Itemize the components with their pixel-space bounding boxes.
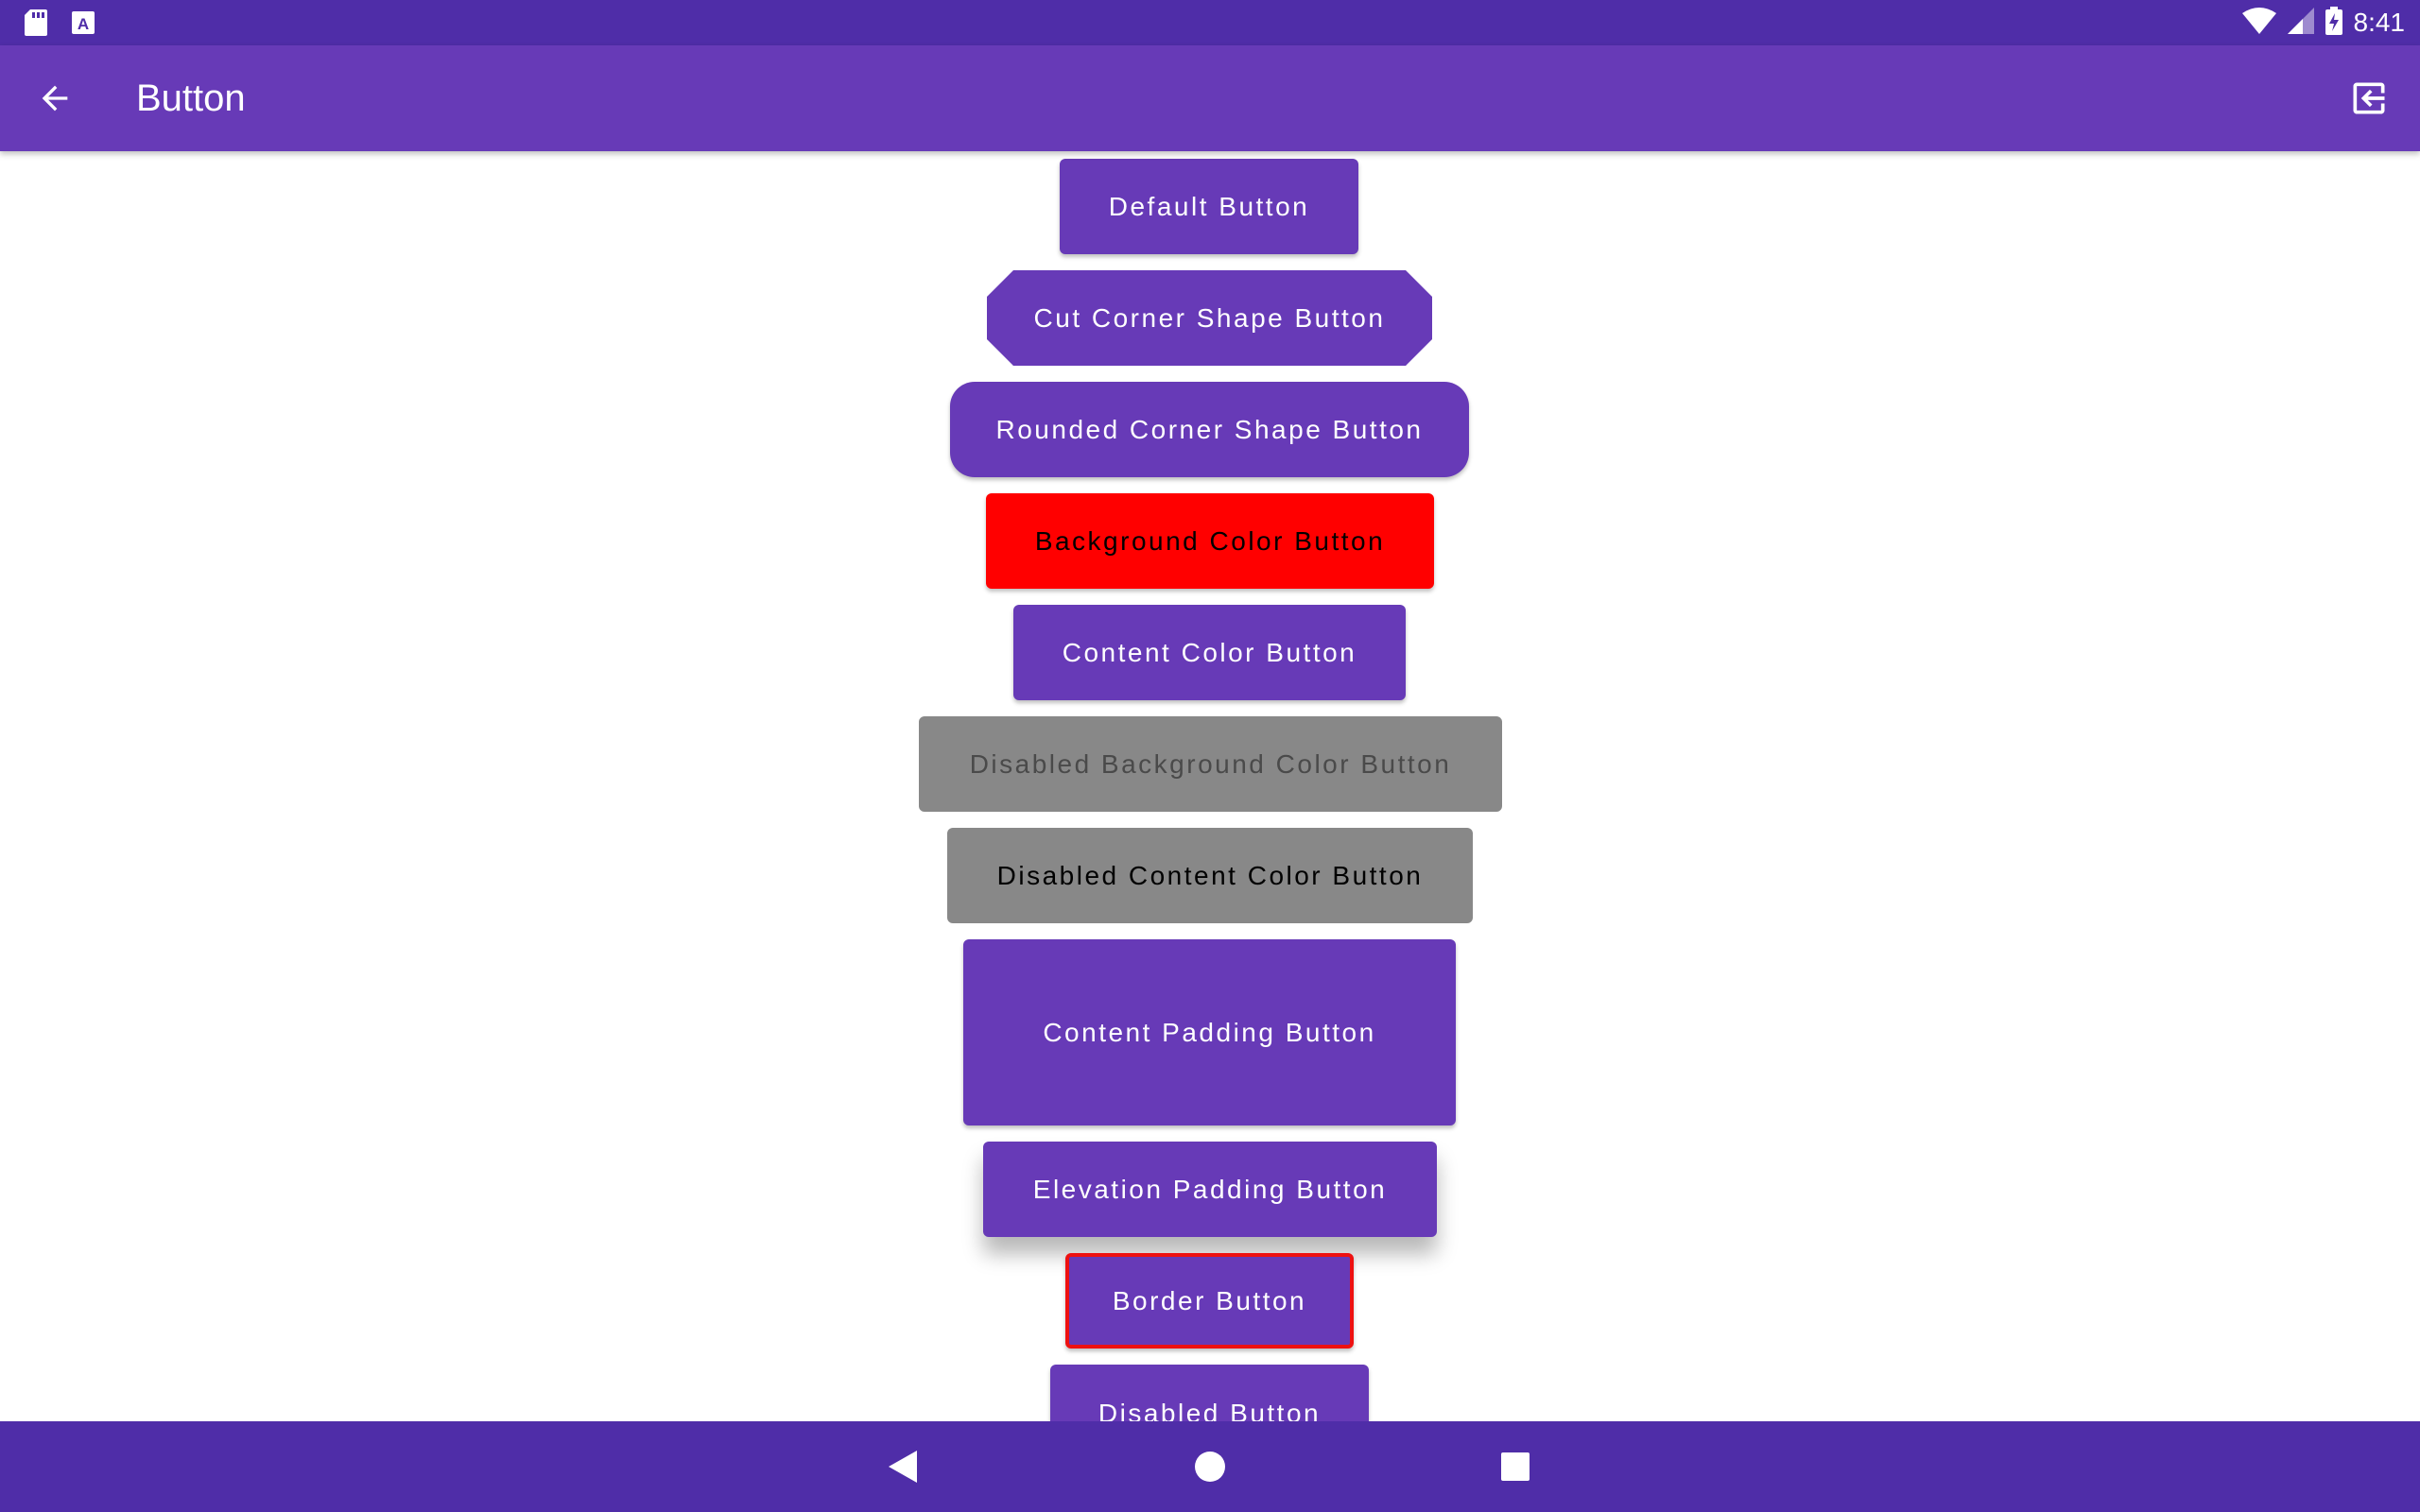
back-button[interactable] — [28, 72, 81, 125]
wifi-icon — [2241, 7, 2276, 39]
elevation-padding-button[interactable]: Elevation Padding Button — [983, 1142, 1437, 1237]
status-bar: A 8:41 — [0, 0, 2420, 45]
border-button[interactable]: Border Button — [1065, 1253, 1354, 1349]
battery-charging-icon — [2325, 6, 2342, 40]
rounded-corner-shape-button[interactable]: Rounded Corner Shape Button — [950, 382, 1469, 477]
cut-corner-shape-button[interactable]: Cut Corner Shape Button — [987, 270, 1432, 366]
button-list: Default Button Cut Corner Shape Button R… — [0, 151, 2420, 1421]
nav-home-icon — [1195, 1452, 1225, 1482]
disabled-button[interactable]: Disabled Button — [1050, 1365, 1369, 1421]
page-title: Button — [136, 77, 246, 119]
screen: A 8:41 Button Default Button Cut Corner … — [0, 0, 2420, 1512]
nav-back-icon — [889, 1451, 917, 1483]
default-button[interactable]: Default Button — [1060, 159, 1358, 254]
status-left-icons: A — [25, 9, 95, 41]
exit-button[interactable] — [2342, 72, 2395, 125]
background-color-button[interactable]: Background Color Button — [986, 493, 1434, 589]
content-color-button[interactable]: Content Color Button — [1013, 605, 1406, 700]
disabled-content-color-button[interactable]: Disabled Content Color Button — [947, 828, 1473, 923]
nav-recents-icon — [1501, 1452, 1530, 1481]
svg-text:A: A — [78, 15, 89, 33]
exit-to-app-icon — [2353, 82, 2385, 114]
arrow-back-icon — [42, 85, 68, 112]
nav-home-button[interactable] — [1182, 1438, 1238, 1495]
disabled-background-color-button[interactable]: Disabled Background Color Button — [919, 716, 1502, 812]
nav-back-button[interactable] — [875, 1438, 932, 1495]
sd-card-icon — [25, 9, 47, 41]
cell-signal-icon — [2287, 7, 2314, 39]
top-app-bar: Button — [0, 45, 2420, 151]
status-time: 8:41 — [2353, 8, 2406, 37]
a-badge-icon: A — [72, 11, 95, 39]
navigation-bar — [0, 1421, 2420, 1512]
status-right: 8:41 — [2241, 6, 2406, 40]
nav-recents-button[interactable] — [1487, 1438, 1544, 1495]
content-padding-button[interactable]: Content Padding Button — [963, 939, 1456, 1125]
